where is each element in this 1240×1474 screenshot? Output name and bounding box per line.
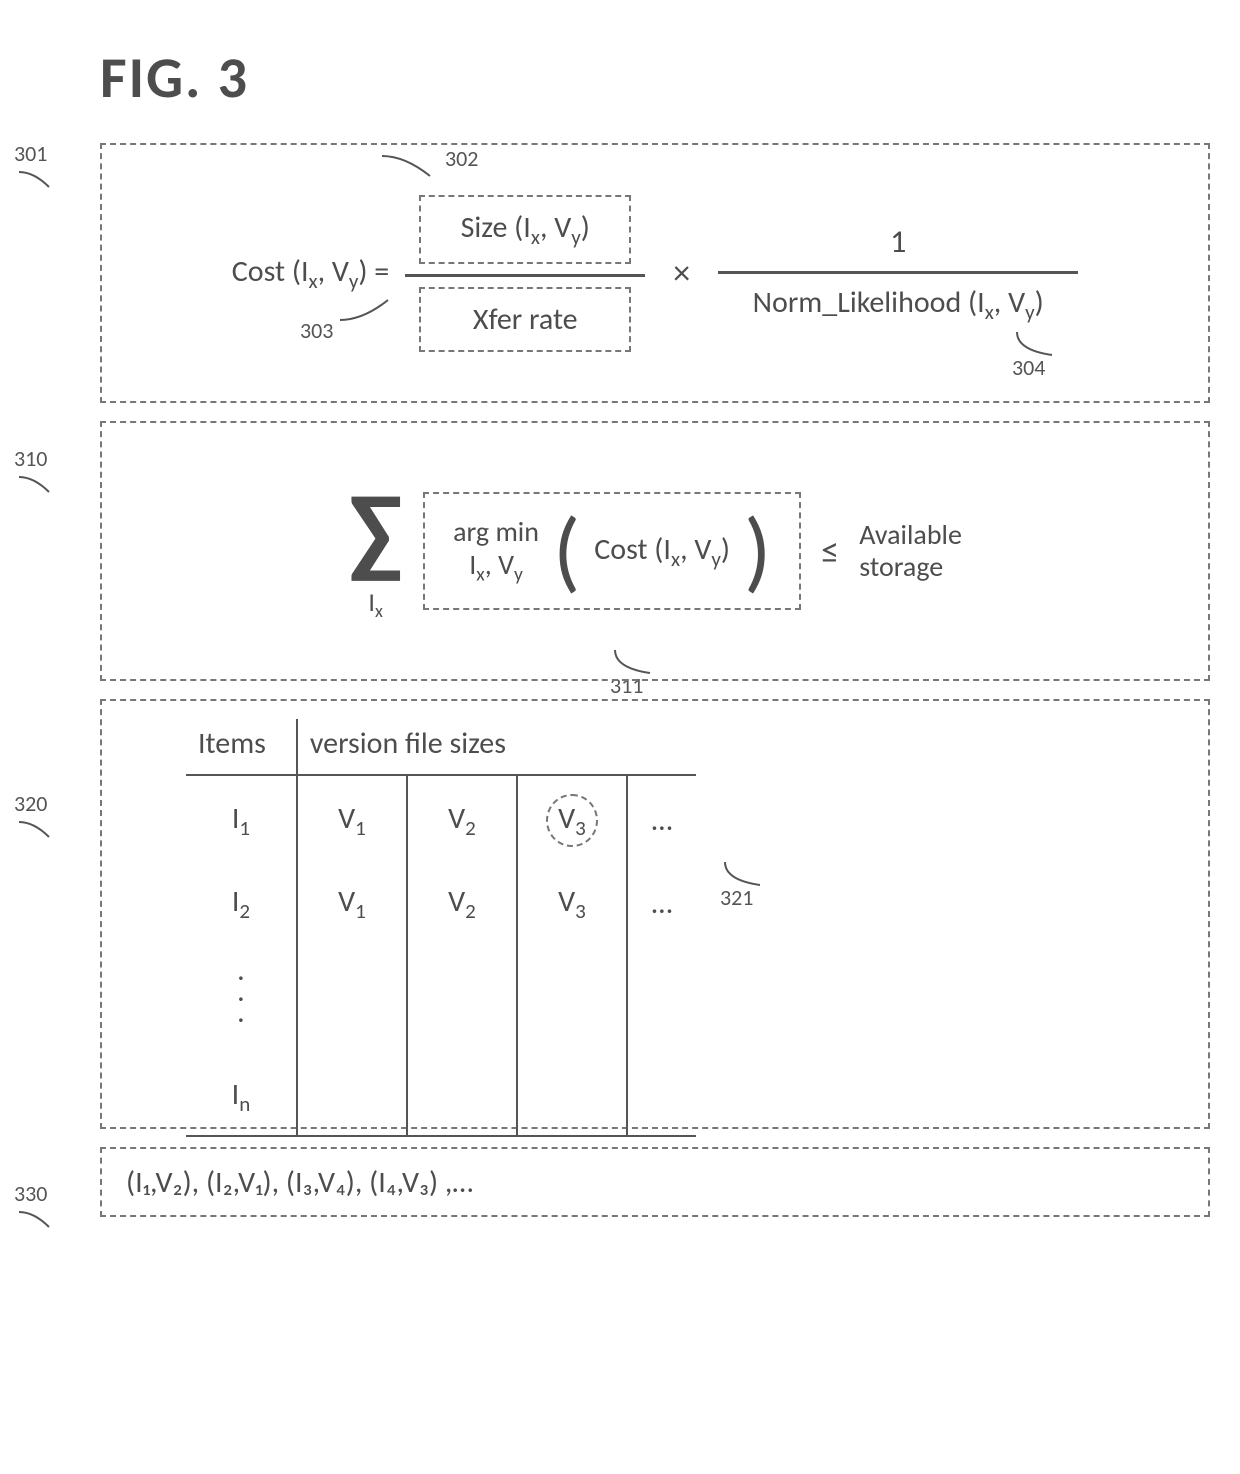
norm-likelihood-304: Norm_Likelihood (Ix, Vy) [753, 284, 1044, 325]
version-cell: V3 [517, 865, 627, 942]
fraction-line-2 [718, 271, 1078, 274]
xfer-box-303: Xfer rate [419, 287, 631, 352]
version-cell-empty [297, 942, 407, 1058]
times-symbol: × [673, 253, 690, 294]
version-cell: V1 [297, 775, 407, 865]
left-paren: ( [553, 506, 580, 596]
item-cell: I1 [186, 775, 297, 865]
box-301-cost-definition: Cost (Ix, Vy) = Size (Ix, Vy) Xfer rate … [100, 143, 1210, 403]
figure-title: FIG. 3 [100, 42, 1210, 113]
version-cell-empty [297, 1058, 407, 1136]
col-header-versions: version file sizes [297, 719, 696, 775]
callout-301: 301 [14, 140, 54, 197]
version-cell-empty [517, 1058, 627, 1136]
one-over-norm-fraction: 1 Norm_Likelihood (Ix, Vy) [718, 222, 1078, 325]
version-cell: V3 [517, 775, 627, 865]
box-310-constraint: ∑ Ix arg min Ix, Vy ( Cost (Ix, Vy) ) ≤ … [100, 421, 1210, 681]
result-pairs: (I₁,V₂), (I₂,V₁), (I₃,V₄), (I₄,V₃) ,… [126, 1164, 473, 1201]
item-cell-dots: ... [186, 942, 297, 1058]
item-cell: I2 [186, 865, 297, 942]
version-cell-empty [407, 1058, 517, 1136]
table-row: In [186, 1058, 696, 1136]
cost-lhs: Cost (Ix, Vy) = [232, 253, 389, 294]
box-330-pairs: (I₁,V₂), (I₂,V₁), (I₃,V₄), (I₄,V₃) ,… [100, 1147, 1210, 1217]
item-cell: In [186, 1058, 297, 1136]
numerator-one: 1 [890, 222, 906, 261]
circled-version-321: V3 [546, 794, 598, 847]
ellipsis-cell: … [627, 865, 696, 942]
table-row-dots: ... [186, 942, 696, 1058]
callout-330: 330 [14, 1180, 54, 1237]
table-row: I2V1V2V3… [186, 865, 696, 942]
size-box-302: Size (Ix, Vy) [419, 195, 631, 264]
ellipsis-cell-empty [627, 1058, 696, 1136]
sigma-block: ∑ Ix [348, 481, 403, 620]
ellipsis-cell-empty [627, 942, 696, 1058]
sigma-subscript: Ix [368, 589, 382, 620]
version-cell: V2 [407, 775, 517, 865]
argmin-box-311: arg min Ix, Vy ( Cost (Ix, Vy) ) [423, 492, 801, 610]
callout-320: 320 [14, 790, 54, 847]
le-symbol: ≤ [821, 529, 839, 573]
figure-3-page: FIG. 3 301 302 303 304 310 311 320 321 3… [0, 0, 1240, 1474]
fraction-line-1 [405, 274, 645, 277]
ellipsis-cell: … [627, 775, 696, 865]
table-row: I1V1V2 V3 … [186, 775, 696, 865]
available-storage-label: Available storage [859, 519, 962, 583]
items-versions-table: Items version file sizes I1V1V2V3…I2V1V2… [186, 719, 696, 1137]
col-header-items: Items [186, 719, 297, 775]
callout-310: 310 [14, 445, 54, 502]
version-cell-empty [517, 942, 627, 1058]
version-cell: V1 [297, 865, 407, 942]
cost-call: Cost (Ix, Vy) [594, 531, 730, 572]
right-paren: ) [744, 506, 771, 596]
argmin-label: arg min Ix, Vy [453, 516, 539, 585]
sigma-symbol: ∑ [348, 481, 403, 581]
version-cell: V2 [407, 865, 517, 942]
size-over-xfer-fraction: Size (Ix, Vy) Xfer rate [405, 195, 645, 352]
box-320-table: Items version file sizes I1V1V2V3…I2V1V2… [100, 699, 1210, 1129]
version-cell-empty [407, 942, 517, 1058]
